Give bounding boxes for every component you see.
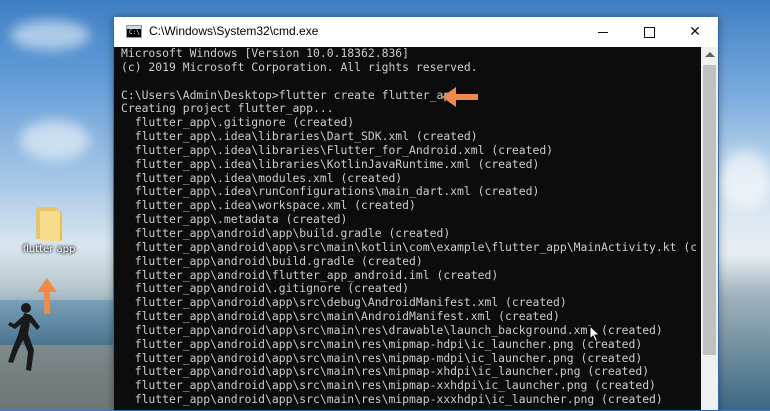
minimize-icon	[598, 31, 608, 33]
console-line: flutter_app\.idea\workspace.xml (created…	[121, 198, 416, 213]
mouse-cursor-icon	[589, 325, 601, 343]
console-line: flutter_app\android\app\src\debug\Androi…	[121, 295, 567, 310]
console-line: flutter_app\android\app\src\main\res\mip…	[121, 350, 643, 365]
console-line: flutter_app\.idea\libraries\Flutter_for_…	[121, 142, 554, 157]
console-line: flutter_app\android\app\src\main\res\dra…	[121, 322, 663, 337]
scroll-up-icon[interactable]	[705, 52, 715, 57]
console-line: Microsoft Windows [Version 10.0.18362.83…	[121, 47, 410, 60]
console-line: flutter_app\.gitignore (created)	[121, 115, 355, 130]
desktop-icon-label: flutter app	[22, 244, 76, 255]
console-line: flutter_app\android\app\src\main\res\mip…	[121, 364, 650, 379]
console-line: flutter_app\android\flutter_app_android.…	[121, 267, 499, 282]
arrow-up-icon	[37, 278, 57, 314]
console-line: flutter_app\android\build.gradle (create…	[121, 253, 423, 268]
cmd-window: C:\ C:\Windows\System32\cmd.exe ✕ Micros…	[113, 17, 719, 411]
vertical-scrollbar[interactable]	[701, 47, 718, 410]
scrollbar-thumb[interactable]	[703, 65, 716, 355]
console-line: flutter_app\android\app\src\main\res\mip…	[121, 378, 656, 393]
close-button[interactable]: ✕	[672, 17, 718, 47]
window-titlebar[interactable]: C:\ C:\Windows\System32\cmd.exe ✕	[114, 17, 718, 47]
desktop-folder-flutter-app[interactable]: flutter app	[18, 205, 80, 255]
cmd-app-icon: C:\	[126, 25, 142, 38]
console-line: flutter_app\.idea\runConfigurations\main…	[121, 184, 540, 199]
console-line: flutter_app\.idea\libraries\KotlinJavaRu…	[121, 156, 540, 171]
minimize-button[interactable]	[580, 17, 626, 47]
console-line: flutter_app\android\app\src\main\kotlin\…	[121, 239, 696, 254]
runner-silhouette	[8, 303, 40, 371]
wallpaper-cloud	[720, 150, 770, 210]
window-title: C:\Windows\System32\cmd.exe	[149, 24, 319, 38]
console-line: flutter_app\.idea\modules.xml (created)	[121, 170, 403, 185]
close-icon: ✕	[689, 24, 701, 40]
maximize-icon	[643, 26, 655, 38]
console-output[interactable]: Microsoft Windows [Version 10.0.18362.83…	[121, 47, 696, 410]
arrow-left-icon	[442, 87, 478, 107]
console-line: flutter_app\.idea\libraries\Dart_SDK.xml…	[121, 129, 478, 144]
console-line: (c) 2019 Microsoft Corporation. All righ…	[121, 59, 478, 74]
wallpaper-cloud	[20, 120, 90, 160]
console-line: flutter_app\android\app\src\main\res\mip…	[121, 392, 663, 407]
console-line: flutter_app\android\app\build.gradle (cr…	[121, 225, 451, 240]
console-line: flutter_app\android\.gitignore (created)	[121, 281, 410, 296]
maximize-button[interactable]	[626, 17, 672, 47]
console-line: flutter_app\.metadata (created)	[121, 212, 348, 227]
console-line: C:\Users\Admin\Desktop>flutter create fl…	[121, 87, 458, 102]
console-line: Creating project flutter_app...	[121, 101, 334, 116]
folder-icon	[34, 205, 64, 241]
console-line: flutter_app\android\app\src\main\Android…	[121, 309, 560, 324]
wallpaper-cloud	[10, 20, 90, 50]
console-line: flutter_app\android\app\src\main\res\mip…	[121, 336, 643, 351]
